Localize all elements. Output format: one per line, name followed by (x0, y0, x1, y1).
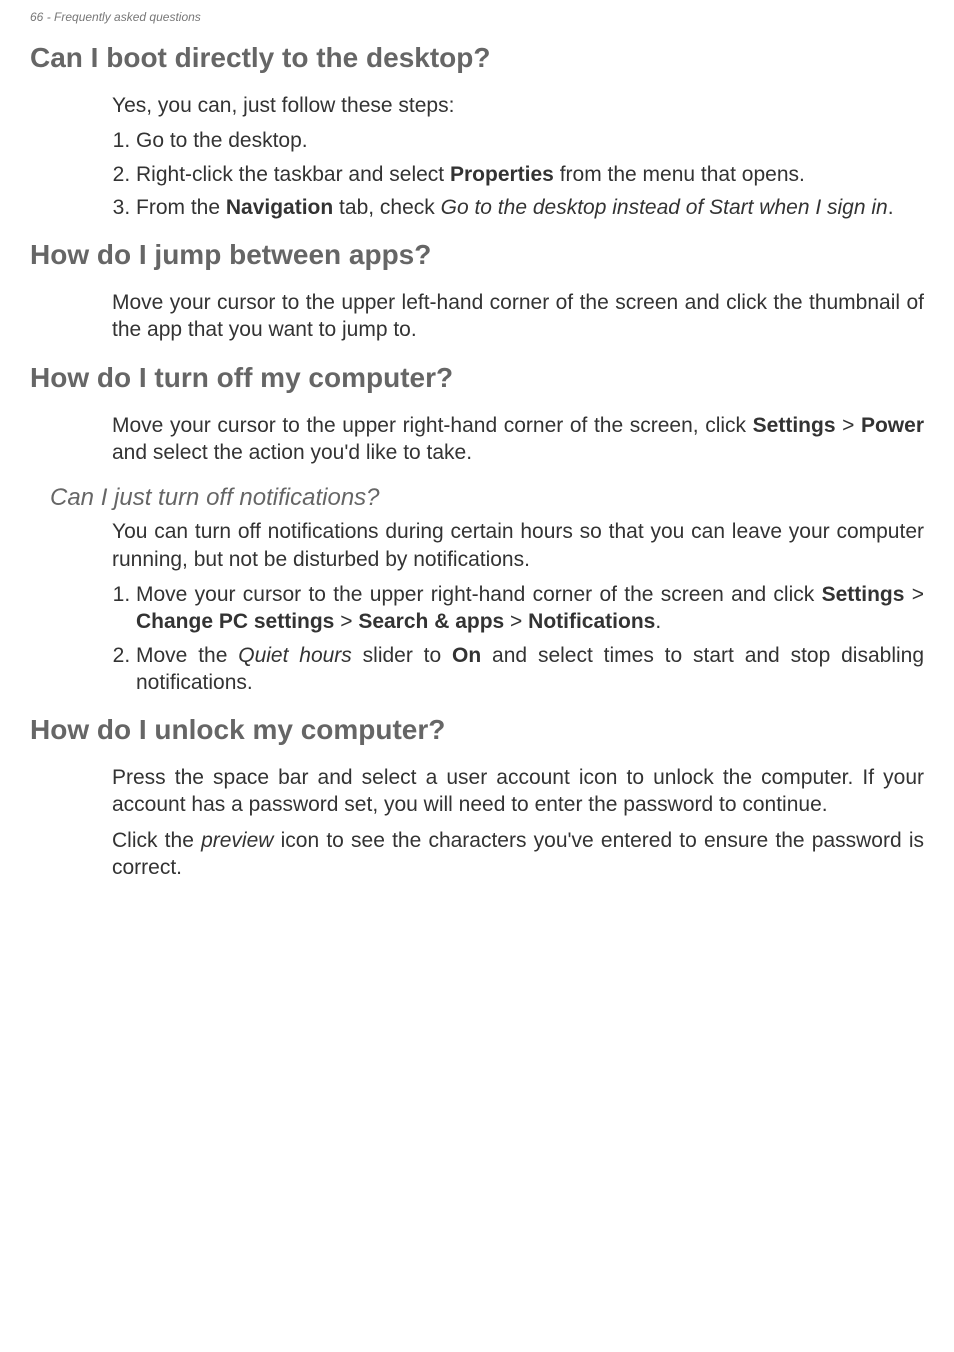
boot-intro: Yes, you can, just follow these steps: (112, 92, 924, 119)
heading-notifications: Can I just turn off notifications? (50, 484, 924, 512)
heading-boot-desktop: Can I boot directly to the desktop? (30, 42, 924, 74)
notif-body: You can turn off notifications during ce… (112, 518, 924, 573)
notif-steps: Move your cursor to the upper right-hand… (112, 581, 924, 696)
boot-step-1: Go to the desktop. (136, 127, 924, 154)
page-container: 66 - Frequently asked questions Can I bo… (0, 0, 954, 929)
heading-unlock: How do I unlock my computer? (30, 714, 924, 746)
header-section-title: Frequently asked questions (54, 10, 201, 24)
boot-step-2: Right-click the taskbar and select Prope… (136, 161, 924, 188)
unlock-body-2: Click the preview icon to see the charac… (112, 827, 924, 882)
heading-turn-off: How do I turn off my computer? (30, 362, 924, 394)
notif-step-2: Move the Quiet hours slider to On and se… (136, 642, 924, 697)
off-body: Move your cursor to the upper right-hand… (112, 412, 924, 467)
notif-step-1: Move your cursor to the upper right-hand… (136, 581, 924, 636)
boot-steps: Go to the desktop. Right-click the taskb… (112, 127, 924, 221)
jump-body: Move your cursor to the upper left-hand … (112, 289, 924, 344)
page-number: 66 (30, 10, 43, 24)
running-header: 66 - Frequently asked questions (30, 10, 924, 24)
boot-step-3: From the Navigation tab, check Go to the… (136, 194, 924, 221)
heading-jump-apps: How do I jump between apps? (30, 239, 924, 271)
unlock-body-1: Press the space bar and select a user ac… (112, 764, 924, 819)
